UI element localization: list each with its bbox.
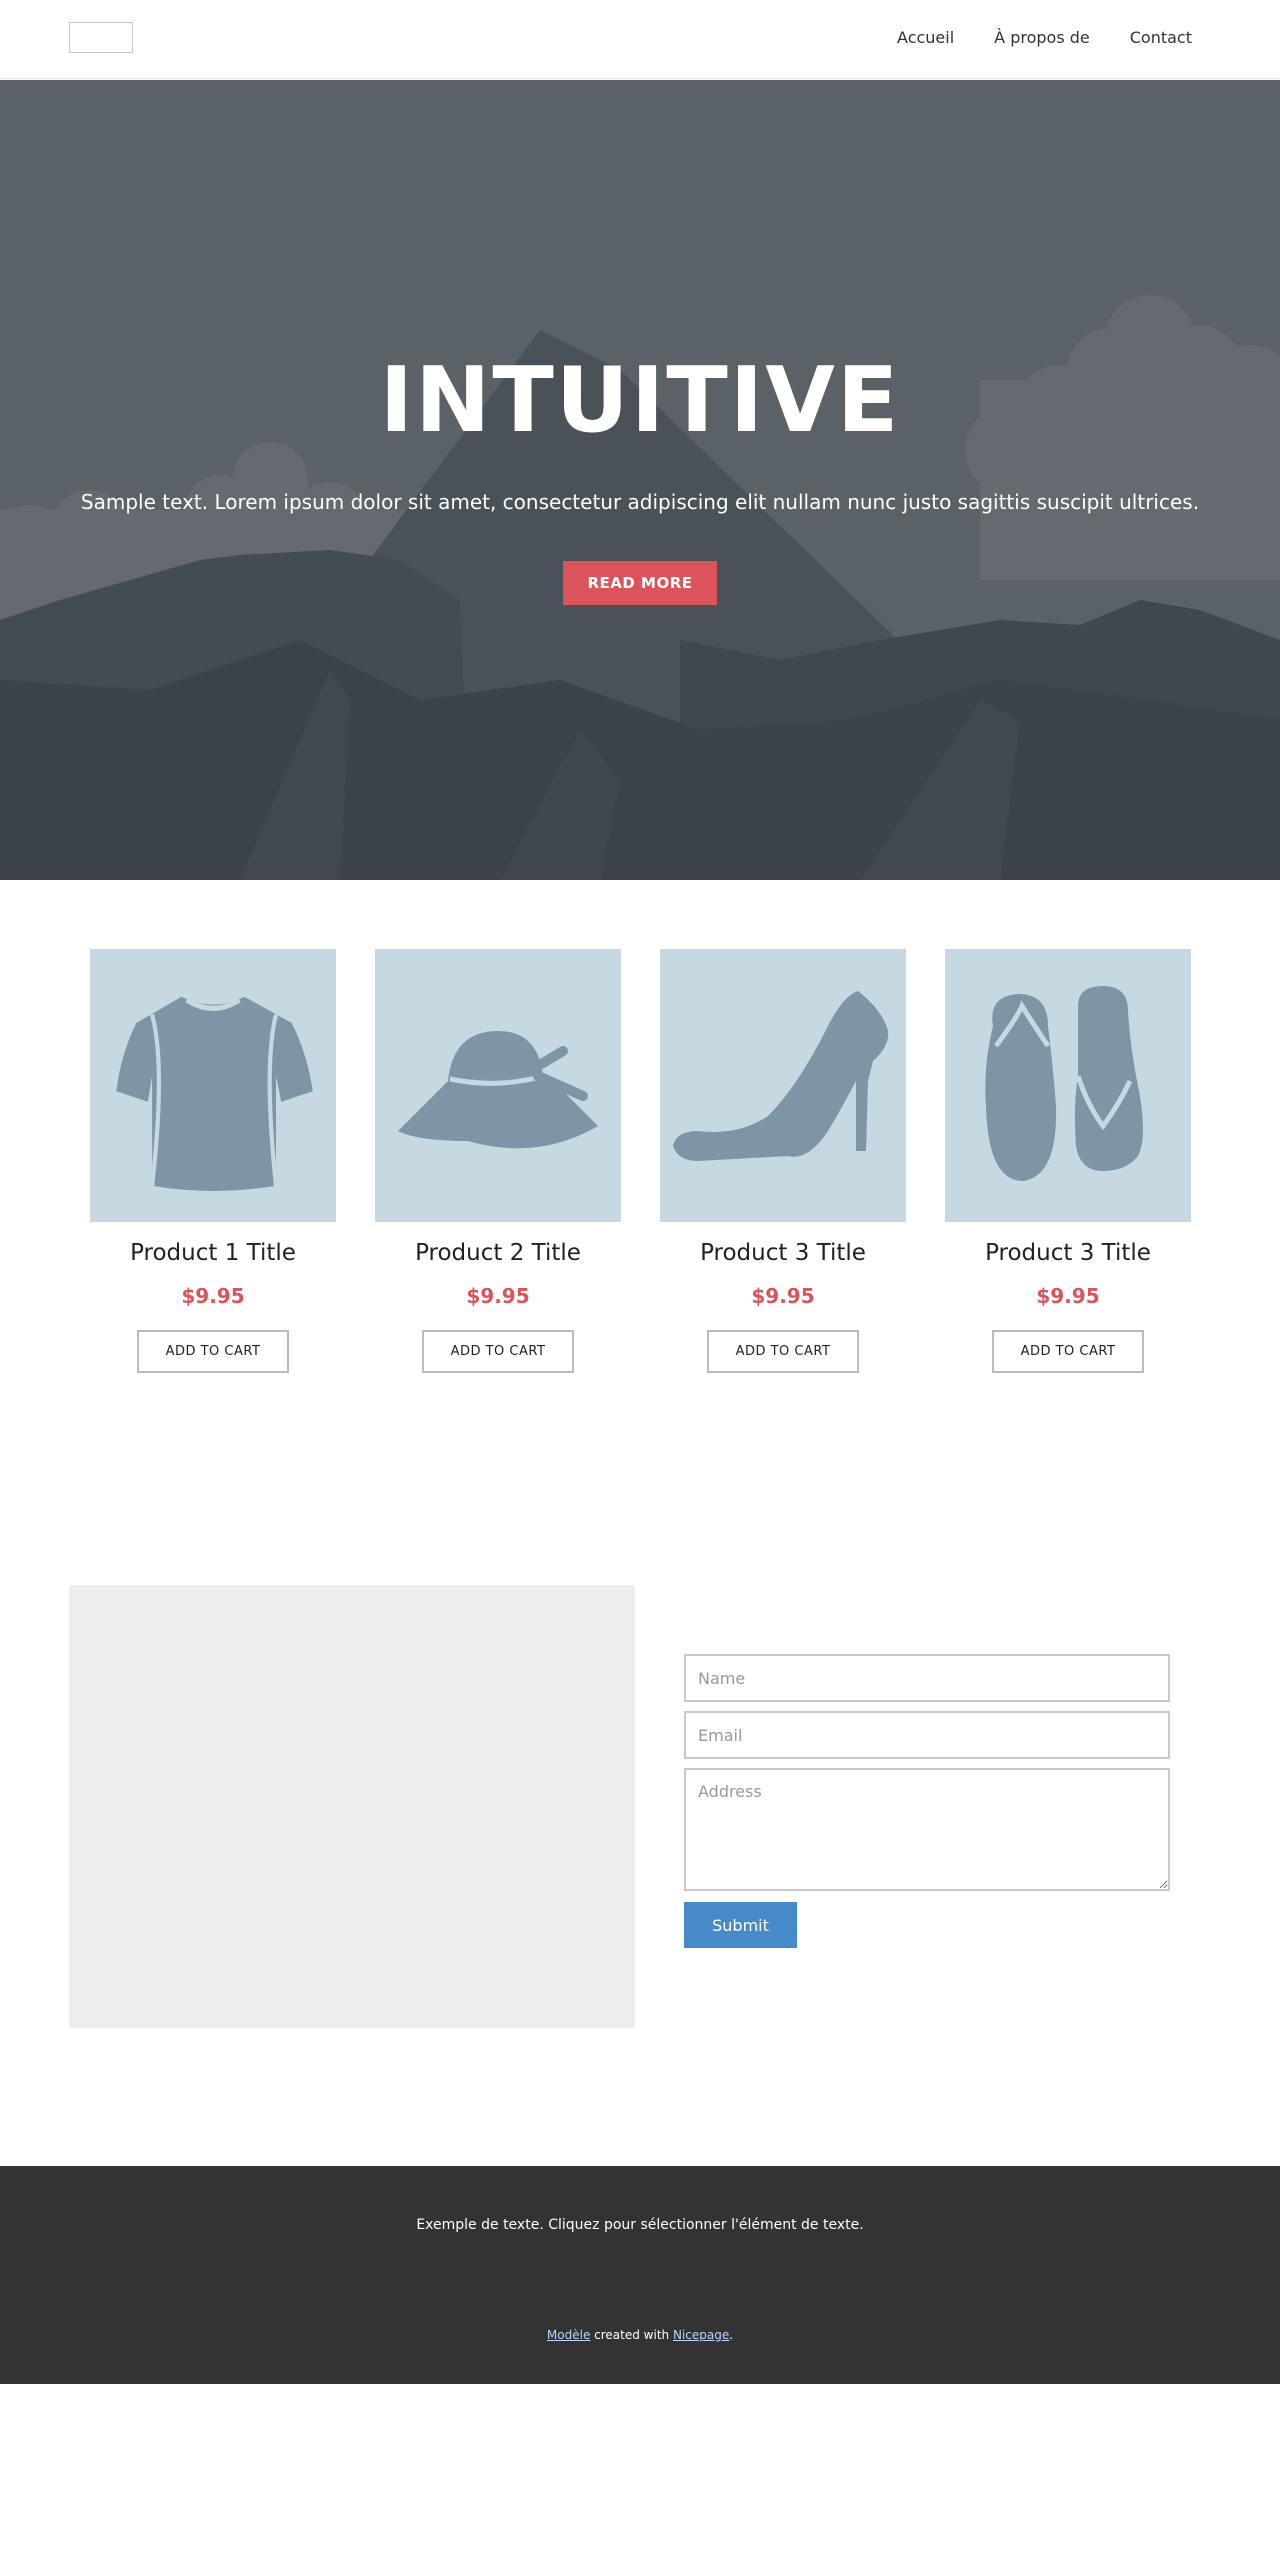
footer-text: Exemple de texte. Cliquez pour sélection…	[416, 2217, 864, 2233]
nav-a-propos[interactable]: À propos de	[994, 28, 1090, 47]
add-to-cart-button[interactable]: ADD TO CART	[992, 1330, 1144, 1373]
hero-text: Sample text. Lorem ipsum dolor sit amet,…	[80, 490, 1200, 514]
map-placeholder	[69, 1585, 635, 2028]
hat-icon	[398, 1030, 598, 1148]
product-card: Product 1 Title $9.95 ADD TO CART	[90, 949, 336, 1373]
email-input[interactable]	[684, 1711, 1170, 1759]
product-price: $9.95	[466, 1284, 530, 1308]
add-to-cart-button[interactable]: ADD TO CART	[422, 1330, 574, 1373]
tshirt-icon	[116, 996, 313, 1191]
credit-line: Modèle created with Nicepage.	[0, 2328, 1280, 2342]
credit-middle: created with	[590, 2328, 673, 2342]
nav-accueil[interactable]: Accueil	[897, 28, 954, 47]
site-header: Accueil À propos de Contact	[0, 0, 1280, 79]
product-title[interactable]: Product 3 Title	[660, 1240, 906, 1266]
submit-button[interactable]: Submit	[684, 1902, 797, 1948]
product-price: $9.95	[181, 1284, 245, 1308]
product-price: $9.95	[751, 1284, 815, 1308]
product-title[interactable]: Product 3 Title	[945, 1240, 1191, 1266]
main-nav: Accueil À propos de Contact	[897, 28, 1192, 47]
mountain-background	[0, 80, 1280, 880]
site-footer: Exemple de texte. Cliquez pour sélection…	[0, 2166, 1280, 2384]
credit-end: .	[729, 2328, 734, 2342]
product-image[interactable]	[945, 949, 1191, 1222]
add-to-cart-button[interactable]: ADD TO CART	[707, 1330, 859, 1373]
product-card: Product 2 Title $9.95 ADD TO CART	[375, 949, 621, 1373]
name-input[interactable]	[684, 1654, 1170, 1702]
hero-section: INTUITIVE Sample text. Lorem ipsum dolor…	[0, 80, 1280, 880]
product-image[interactable]	[375, 949, 621, 1222]
product-title[interactable]: Product 2 Title	[375, 1240, 621, 1266]
product-image[interactable]	[660, 949, 906, 1222]
address-textarea[interactable]	[684, 1768, 1170, 1891]
hero-title: INTUITIVE	[379, 348, 901, 453]
add-to-cart-button[interactable]: ADD TO CART	[137, 1330, 289, 1373]
contact-form: Submit	[684, 1654, 1170, 1948]
read-more-button[interactable]: READ MORE	[563, 561, 717, 605]
product-card: Product 3 Title $9.95 ADD TO CART	[945, 949, 1191, 1373]
flip-flops-icon	[985, 985, 1143, 1181]
nicepage-link[interactable]: Nicepage	[673, 2328, 729, 2342]
modele-link[interactable]: Modèle	[547, 2328, 590, 2342]
product-image[interactable]	[90, 949, 336, 1222]
product-title[interactable]: Product 1 Title	[90, 1240, 336, 1266]
product-price: $9.95	[1036, 1284, 1100, 1308]
logo[interactable]	[69, 22, 133, 53]
products-section: Product 1 Title $9.95 ADD TO CART Produc…	[0, 880, 1280, 1440]
product-card: Product 3 Title $9.95 ADD TO CART	[660, 949, 906, 1373]
nav-contact[interactable]: Contact	[1130, 28, 1192, 47]
high-heel-icon	[673, 990, 889, 1161]
